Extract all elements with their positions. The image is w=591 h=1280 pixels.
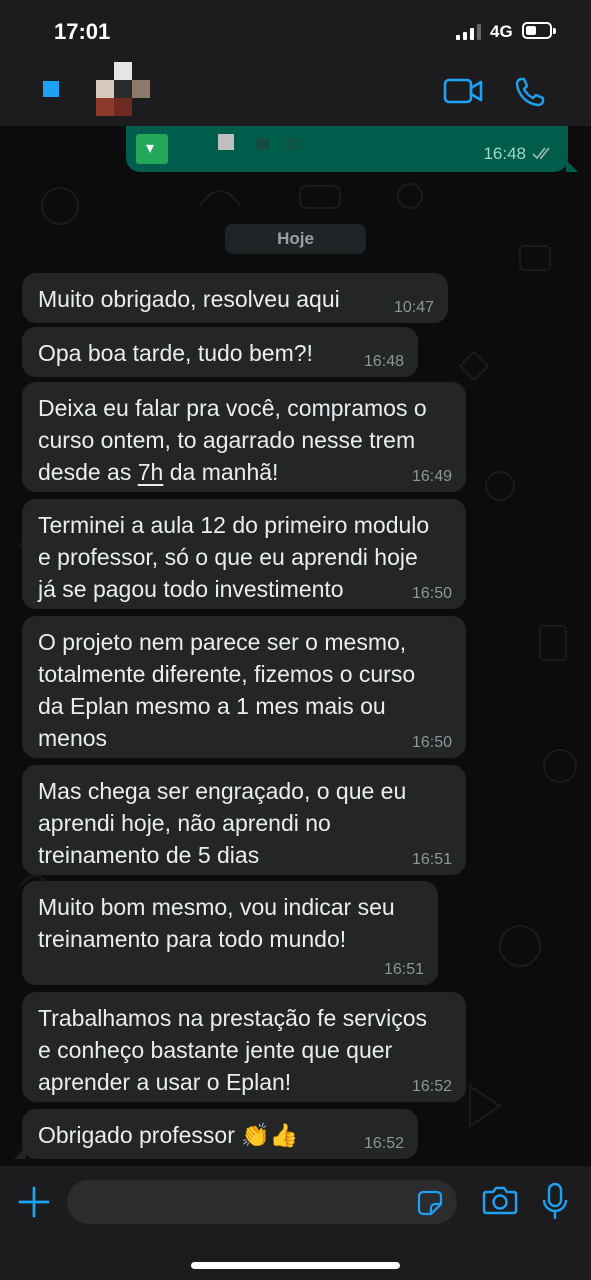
sent-message-meta: 16:48	[483, 144, 554, 164]
message-input[interactable]	[67, 1180, 457, 1224]
microphone-icon[interactable]	[540, 1182, 570, 1220]
message-text: Deixa eu falar pra você, compramos o cur…	[38, 395, 427, 485]
message-bubble[interactable]: Obrigado professor 👏👍 16:52	[14, 1109, 418, 1159]
message-text: Trabalhamos na prestação fe serviços e c…	[38, 1005, 428, 1095]
chat-area[interactable]: 16:48 Hoje Muito obrigado, resolveu aqui…	[0, 126, 591, 1166]
status-bar: 17:01 4G	[0, 0, 591, 62]
message-time: 16:51	[383, 961, 424, 978]
composer-bar	[0, 1166, 591, 1280]
message-text: O projeto nem parece ser o mesmo, totalm…	[38, 629, 416, 751]
redacted-attachment	[136, 134, 168, 164]
message-time: 16:52	[363, 1135, 404, 1152]
sent-message-time: 16:48	[483, 144, 526, 163]
message-bubble[interactable]: Muito obrigado, resolveu aqui 10:47	[22, 273, 448, 323]
message-bubble[interactable]: Trabalhamos na prestação fe serviços e c…	[22, 992, 466, 1102]
message-time: 16:48	[363, 353, 404, 370]
message-bubble[interactable]: Muito bom mesmo, vou indicar seu treinam…	[22, 881, 438, 985]
message-text: Terminei a aula 12 do primeiro modulo e …	[38, 512, 430, 602]
back-chevron-icon[interactable]	[26, 78, 66, 110]
video-call-icon[interactable]	[443, 77, 483, 105]
message-text: Opa boa tarde, tudo bem?!	[38, 340, 313, 366]
double-check-icon	[532, 147, 550, 160]
status-time: 17:01	[54, 19, 111, 44]
message-text: Muito obrigado, resolveu aqui	[38, 286, 340, 312]
plus-icon[interactable]	[16, 1184, 52, 1220]
message-bubble[interactable]: Deixa eu falar pra você, compramos o cur…	[22, 382, 466, 492]
message-bubble[interactable]: Terminei a aula 12 do primeiro modulo e …	[22, 499, 466, 609]
message-time: 10:47	[393, 299, 434, 316]
sent-message-bubble[interactable]: 16:48	[126, 126, 578, 172]
message-time: 16:51	[411, 851, 452, 868]
signal-icon	[456, 24, 481, 40]
message-bubble[interactable]: Mas chega ser engraçado, o que eu aprend…	[22, 765, 466, 875]
battery-icon	[522, 22, 556, 39]
voice-call-icon[interactable]	[514, 76, 546, 108]
message-bubble[interactable]: Opa boa tarde, tudo bem?! 16:48	[22, 327, 418, 377]
date-divider: Hoje	[225, 224, 366, 254]
battery-fill	[526, 26, 536, 35]
message-time: 16:52	[411, 1078, 452, 1095]
chat-header	[0, 62, 591, 126]
message-text: Muito bom mesmo, vou indicar seu treinam…	[38, 894, 395, 952]
home-indicator	[191, 1262, 400, 1269]
message-time: 16:50	[411, 585, 452, 602]
network-type: 4G	[490, 22, 513, 41]
message-text: Obrigado professor 👏👍	[38, 1122, 299, 1148]
message-time: 16:49	[411, 468, 452, 485]
contact-avatar[interactable]	[96, 62, 150, 116]
message-bubble[interactable]: O projeto nem parece ser o mesmo, totalm…	[22, 616, 466, 758]
camera-icon[interactable]	[482, 1184, 518, 1216]
message-time: 16:50	[411, 734, 452, 751]
unread-indicator	[43, 81, 59, 97]
sticker-icon[interactable]	[417, 1190, 443, 1216]
message-text: Mas chega ser engraçado, o que eu aprend…	[38, 778, 407, 868]
